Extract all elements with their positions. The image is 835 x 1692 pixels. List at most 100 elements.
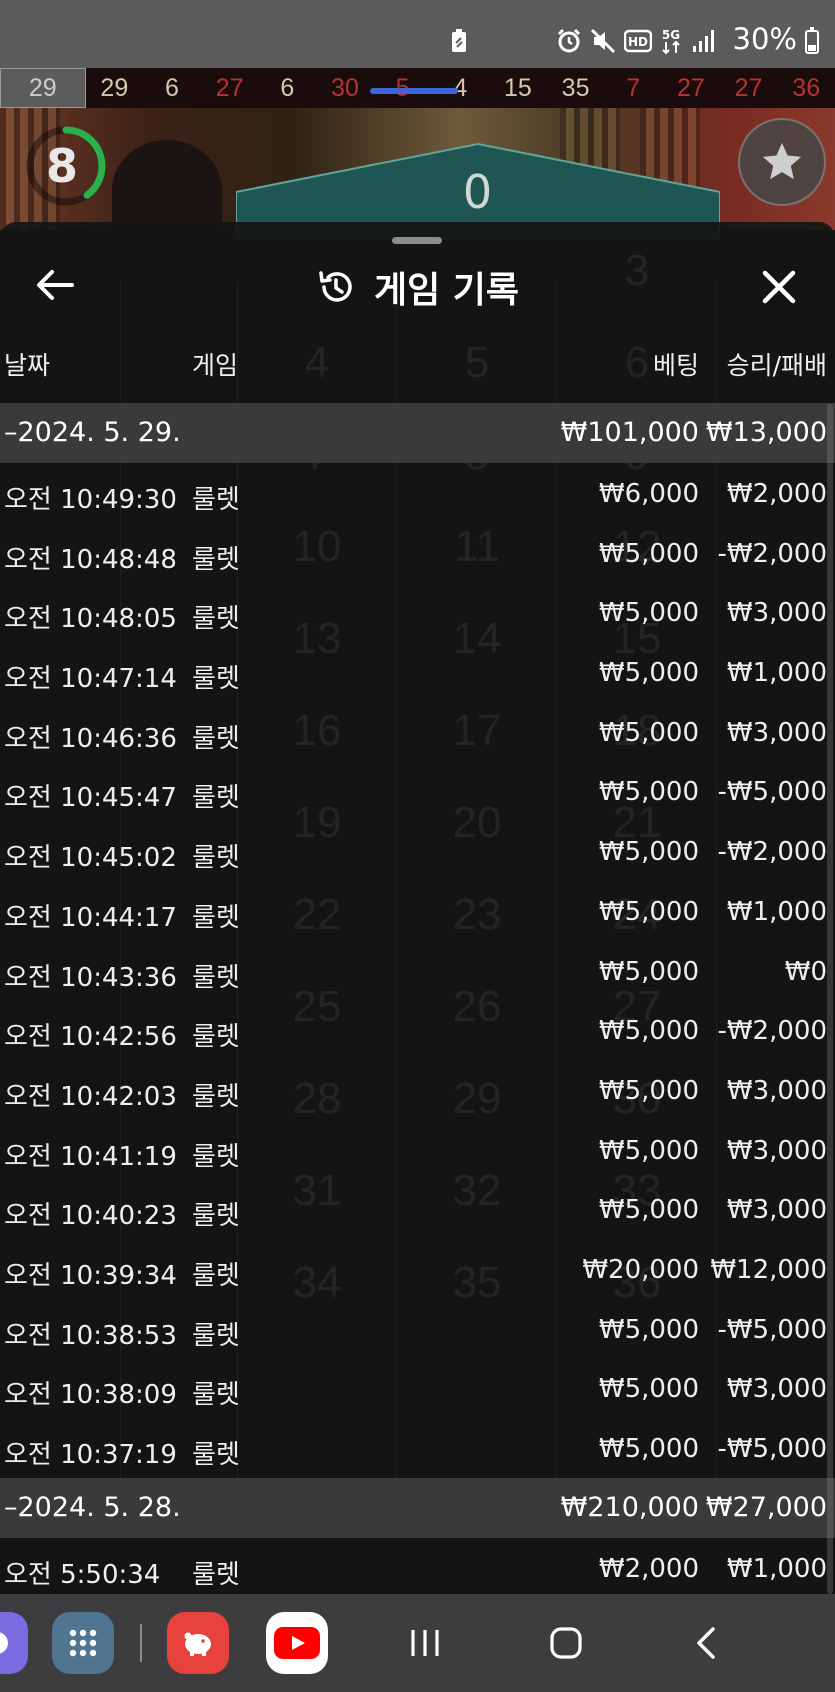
history-row[interactable]: 오전 10:45:47 룰렛 ₩5,000 -₩5,000 xyxy=(0,761,835,821)
col-header-bet: 베팅 xyxy=(652,351,699,380)
signal-icon xyxy=(692,28,716,54)
row-time: 오전 10:39:34 xyxy=(4,1260,177,1291)
row-win-loss: -₩2,000 xyxy=(717,837,827,868)
history-row[interactable]: 오전 10:37:19 룰렛 ₩5,000 -₩5,000 xyxy=(0,1418,835,1478)
piggy-bank-app-icon[interactable] xyxy=(167,1612,229,1674)
history-row[interactable]: 오전 10:49:30 룰렛 ₩6,000 ₩2,000 xyxy=(0,463,835,523)
row-game: 룰렛 xyxy=(192,1260,240,1291)
row-win-loss: ₩1,000 xyxy=(726,896,827,927)
game-history-panel: 3456789101112131415161718192021222324252… xyxy=(0,222,835,1594)
home-button[interactable] xyxy=(536,1618,596,1668)
row-game: 룰렛 xyxy=(192,604,240,635)
group-total-bet: ₩101,000 xyxy=(560,417,699,448)
group-total-bet: ₩210,000 xyxy=(560,1491,699,1523)
history-row[interactable]: 오전 10:47:14 룰렛 ₩5,000 ₩1,000 xyxy=(0,642,835,702)
svg-text:HD: HD xyxy=(628,35,648,49)
result-number: 6 xyxy=(280,73,295,102)
row-game: 룰렛 xyxy=(192,1380,240,1411)
row-time: 오전 10:38:09 xyxy=(4,1380,177,1411)
row-bet: ₩5,000 xyxy=(598,896,699,927)
row-game: 룰렛 xyxy=(192,783,240,814)
close-icon xyxy=(762,270,796,304)
strip-progress-indicator xyxy=(370,88,458,94)
row-bet: ₩5,000 xyxy=(598,598,699,629)
row-bet: ₩5,000 xyxy=(598,956,699,987)
row-game: 룰렛 xyxy=(192,1320,240,1351)
row-win-loss: -₩5,000 xyxy=(717,1434,827,1464)
zero-label: 0 xyxy=(462,165,493,219)
row-time: 오전 10:38:53 xyxy=(4,1320,177,1351)
panel-title: 게임 기록 xyxy=(373,270,519,311)
drag-handle[interactable] xyxy=(392,237,442,244)
history-row[interactable]: 오전 10:42:56 룰렛 ₩5,000 -₩2,000 xyxy=(0,1000,835,1060)
row-bet: ₩2,000 xyxy=(598,1553,699,1584)
history-row[interactable]: 오전 10:43:36 룰렛 ₩5,000 ₩0 xyxy=(0,941,835,1001)
row-time: 오전 10:37:19 xyxy=(4,1440,177,1470)
history-row[interactable]: 오전 10:45:02 룰렛 ₩5,000 -₩2,000 xyxy=(0,821,835,881)
result-number: 6 xyxy=(165,73,179,102)
row-bet: ₩5,000 xyxy=(598,658,699,689)
col-header-win-loss: 승리/패배 xyxy=(726,351,827,380)
row-bet: ₩5,000 xyxy=(598,1314,699,1345)
row-game: 룰렛 xyxy=(192,664,240,695)
row-time: 오전 10:40:23 xyxy=(4,1201,177,1232)
current-result: 29 xyxy=(0,68,86,108)
favorite-button[interactable] xyxy=(738,118,826,206)
battery-saver-icon xyxy=(450,28,468,54)
history-row[interactable]: 오전 10:44:17 룰렛 ₩5,000 ₩1,000 xyxy=(0,881,835,941)
history-list[interactable]: –2024. 5. 29. ₩101,000 ₩13,000 오전 10:49:30 룰… xyxy=(0,403,835,1594)
row-time: 오전 10:42:56 xyxy=(4,1022,177,1053)
history-row[interactable]: 오전 10:40:23 룰렛 ₩5,000 ₩3,000 xyxy=(0,1179,835,1239)
history-row[interactable]: 오전 10:42:03 룰렛 ₩5,000 ₩3,000 xyxy=(0,1060,835,1120)
row-game: 룰렛 xyxy=(192,1081,240,1112)
row-game: 룰렛 xyxy=(192,962,240,993)
history-row[interactable]: 오전 10:48:05 룰렛 ₩5,000 ₩3,000 xyxy=(0,582,835,642)
row-bet: ₩5,000 xyxy=(598,1135,699,1166)
result-number: 15 xyxy=(504,73,532,102)
history-row[interactable]: 오전 10:46:36 룰렛 ₩5,000 ₩3,000 xyxy=(0,702,835,762)
history-row[interactable]: 오전 10:39:34 룰렛 ₩20,000 ₩12,000 xyxy=(0,1239,835,1299)
row-time: 오전 10:48:05 xyxy=(4,604,177,635)
row-win-loss: ₩2,000 xyxy=(726,479,827,509)
row-win-loss: -₩5,000 xyxy=(717,777,827,808)
row-win-loss: ₩3,000 xyxy=(726,1075,827,1106)
history-row[interactable]: 오전 10:41:19 룰렛 ₩5,000 ₩3,000 xyxy=(0,1120,835,1180)
history-row[interactable]: 오전 10:38:53 룰렛 ₩5,000 -₩5,000 xyxy=(0,1299,835,1359)
back-nav-button[interactable] xyxy=(676,1618,736,1668)
recents-button[interactable] xyxy=(395,1618,455,1668)
result-number: 27 xyxy=(734,73,763,102)
row-time: 오전 10:41:19 xyxy=(4,1141,177,1172)
row-win-loss: ₩3,000 xyxy=(726,717,827,748)
svg-text:5G: 5G xyxy=(662,28,680,42)
hd-voice-icon: HD xyxy=(624,28,652,54)
history-row[interactable]: 오전 10:48:48 룰렛 ₩5,000 -₩2,000 xyxy=(0,523,835,583)
row-win-loss: ₩3,000 xyxy=(726,1195,827,1226)
navigation-bar xyxy=(0,1594,835,1692)
panel-header: 게임 기록 xyxy=(0,260,835,314)
date-group-header[interactable]: –2024. 5. 29. ₩101,000 ₩13,000 xyxy=(0,403,835,463)
scrollbar[interactable] xyxy=(827,404,833,1594)
row-bet: ₩5,000 xyxy=(598,1016,699,1047)
row-win-loss: ₩1,000 xyxy=(726,658,827,689)
youtube-icon[interactable] xyxy=(266,1612,328,1674)
dock-separator xyxy=(140,1624,142,1662)
battery-percent: 30% xyxy=(732,22,797,56)
row-win-loss: ₩1,000 xyxy=(726,1553,827,1584)
row-win-loss: -₩2,000 xyxy=(717,1016,827,1047)
history-row[interactable]: 오전 5:50:34 룰렛 ₩2,000 ₩1,000 xyxy=(0,1538,835,1594)
history-row[interactable]: 오전 10:38:09 룰렛 ₩5,000 ₩3,000 xyxy=(0,1358,835,1418)
row-bet: ₩5,000 xyxy=(598,717,699,748)
result-number: 29 xyxy=(100,73,129,102)
messenger-icon[interactable] xyxy=(0,1612,28,1674)
row-game: 룰렛 xyxy=(192,485,240,515)
row-win-loss: -₩5,000 xyxy=(717,1314,827,1345)
group-total-win-loss: ₩13,000 xyxy=(705,417,827,448)
date-group-header[interactable]: –2024. 5. 28. ₩210,000 ₩27,000 xyxy=(0,1477,835,1538)
col-header-date: 날짜 xyxy=(4,351,51,380)
row-time: 오전 10:42:03 xyxy=(4,1081,177,1112)
close-button[interactable] xyxy=(752,260,806,314)
result-number: 7 xyxy=(626,73,641,102)
row-game: 룰렛 xyxy=(192,902,240,933)
app-drawer-icon[interactable] xyxy=(52,1612,114,1674)
result-number: 30 xyxy=(331,73,359,102)
